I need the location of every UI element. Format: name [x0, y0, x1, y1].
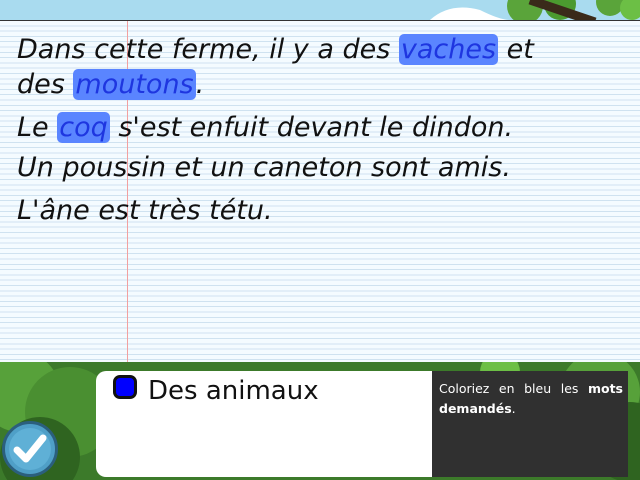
- instruction-part2: .: [511, 401, 516, 416]
- text: Le: [17, 112, 58, 143]
- sentence-4[interactable]: L'âne est très tétu.: [17, 195, 273, 227]
- sentence-1a: Dans cette ferme, il y a des vaches et: [17, 34, 534, 66]
- text: et: [498, 34, 534, 65]
- instruction-part1: Coloriez en bleu les: [439, 381, 588, 396]
- notebook-paper: Dans cette ferme, il y a des vaches et d…: [0, 20, 640, 363]
- task-label: Des animaux: [148, 376, 319, 406]
- sentence-2: Le coq s'est enfuit devant le dindon.: [17, 112, 513, 144]
- text[interactable]: s'est enfuit devant le dindon.: [110, 112, 513, 143]
- instruction-text: Coloriez en bleu les mots demandés.: [439, 379, 623, 419]
- word-vaches[interactable]: vaches: [398, 34, 499, 65]
- sky-strip: [0, 0, 640, 20]
- text: .: [195, 69, 205, 100]
- color-swatch[interactable]: [113, 375, 137, 399]
- text: Dans cette ferme, il y a des: [17, 34, 399, 65]
- word-moutons[interactable]: moutons: [73, 69, 196, 100]
- text: des: [17, 69, 74, 100]
- tree-decoration: [430, 0, 640, 20]
- checkmark-icon: [9, 428, 51, 470]
- word-coq[interactable]: coq: [57, 112, 110, 143]
- sentence-3[interactable]: Un poussin et un caneton sont amis.: [17, 152, 511, 184]
- sentence-1b: des moutons.: [17, 69, 204, 101]
- validate-button[interactable]: [2, 421, 58, 477]
